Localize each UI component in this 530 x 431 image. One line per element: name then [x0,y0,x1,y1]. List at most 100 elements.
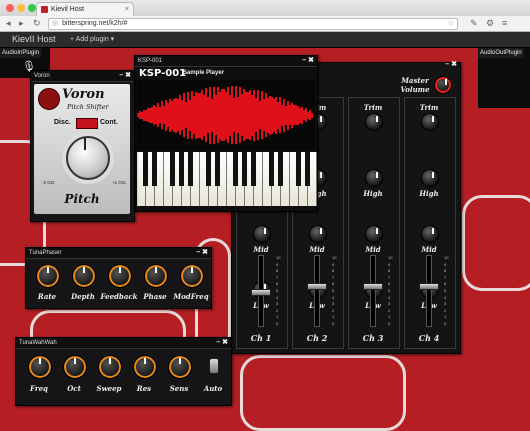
add-plugin-button[interactable]: + Add plugin ▾ [70,33,114,46]
piano-keyboard[interactable] [137,152,317,206]
phaser-depth-knob[interactable] [72,264,96,288]
back-icon[interactable]: ◂ [6,18,11,29]
wah-panel: TunaWahWah – ✖ Freq Oct Sweep Res Sens Auto [15,337,232,406]
black-key[interactable] [269,152,274,186]
phaser-feedback-knob[interactable] [108,264,132,288]
master-volume-knob[interactable] [434,76,452,94]
fader-scale-tick: 7 [444,274,447,280]
fader-scale-tick: 3 [332,301,335,307]
wah-sweep-knob[interactable] [98,355,122,379]
phaser-modfreq-label: ModFreq [173,292,209,301]
fader-scale-tick: 9 [332,261,335,267]
audio-out-plugin[interactable]: AudioOutPlugin [478,48,530,108]
app-name: KievII Host [12,34,56,44]
mixer-mid-knob[interactable] [253,225,271,243]
phaser-depth-label: Depth [71,292,95,301]
menu-icon[interactable]: ≡ [502,18,507,29]
ksp-window-title: KSP-001 [138,58,163,64]
black-key[interactable] [296,152,301,186]
fader-scale-tick: 0 [332,321,335,326]
phaser-panel: TunaPhaser – ✖ Rate Depth Feedback Phase Mod… [25,247,212,309]
minimize-window-icon[interactable] [17,4,25,12]
mixer-high-knob[interactable] [421,169,439,187]
fader-scale-tick: 8 [388,268,391,274]
disc-label: Disc. [54,119,71,126]
fader-scale-tick: 10 [276,255,281,260]
channel-fader-track [426,255,432,327]
channel-fader-thumb[interactable] [307,283,327,290]
tab-close-icon[interactable]: × [125,3,129,17]
fader-scale-tick: 0 [388,321,391,326]
patch-cable [462,195,530,291]
forward-icon[interactable]: ▸ [19,18,24,29]
voron-window-title: Voron [34,73,50,79]
waveform-display[interactable] [137,80,315,150]
channel-fader-thumb[interactable] [363,283,383,290]
channel-fader-thumb[interactable] [251,289,271,296]
black-key[interactable] [251,152,256,186]
phaser-phase-knob[interactable] [144,264,168,288]
wah-titlebar[interactable]: TunaWahWah – ✖ [16,338,231,349]
pencil-icon[interactable]: ✎ [470,18,478,29]
fader-scale-tick: 6 [444,281,447,287]
voron-window-controls[interactable]: – ✖ [119,71,131,81]
mixer-trim-knob[interactable] [421,113,439,131]
channel-fader-track [370,255,376,327]
reload-icon[interactable]: ↻ [33,18,41,29]
bookmark-star-icon[interactable]: ☆ [448,19,454,29]
patch-cable [240,355,406,431]
browser-tab[interactable]: Kievil Host × [36,2,134,17]
fader-scale-tick: 5 [276,288,279,293]
pitch-knob[interactable] [66,136,110,180]
black-key[interactable] [170,152,175,186]
black-key[interactable] [179,152,184,186]
mixer-mid-knob[interactable] [421,225,439,243]
wrench-icon[interactable]: ⚙ [486,18,494,29]
maximize-window-icon[interactable] [28,4,36,12]
black-key[interactable] [215,152,220,186]
auto-toggle-switch[interactable] [209,358,219,374]
mixer-window-controls[interactable]: – ✖ [445,60,457,68]
wah-res-knob[interactable] [133,355,157,379]
mixer-trim-knob[interactable] [365,113,383,131]
phaser-rate-knob[interactable] [36,264,60,288]
phaser-titlebar[interactable]: TunaPhaser – ✖ [26,248,211,259]
phaser-window-controls[interactable]: – ✖ [196,248,208,258]
fader-scale-tick: 4 [276,294,279,300]
wah-freq-knob[interactable] [28,355,52,379]
black-key[interactable] [206,152,211,186]
mixer-mid-knob[interactable] [309,225,327,243]
mixer-mid-knob[interactable] [365,225,383,243]
black-key[interactable] [143,152,148,186]
fader-scale-tick: 5 [332,288,335,293]
page-info-icon: ◎ [52,20,59,27]
close-window-icon[interactable] [6,4,14,12]
black-key[interactable] [242,152,247,186]
fader-scale-tick: 0 [276,321,279,326]
pitch-label: Pitch [64,192,100,206]
fader-scale-tick: 1 [388,314,391,320]
disc-cont-switch[interactable] [76,118,98,129]
black-key[interactable] [152,152,157,186]
fader-scale-tick: 1 [276,314,279,320]
channel-fader-thumb[interactable] [419,283,439,290]
wah-oct-knob[interactable] [63,355,87,379]
voron-titlebar[interactable]: Voron – ✖ [31,71,134,82]
mixer-mid-label: Mid [309,245,325,254]
mixer-trim-label: Trim [363,103,383,112]
black-key[interactable] [305,152,310,186]
fader-scale-tick: 10 [444,255,449,260]
mixer-high-knob[interactable] [365,169,383,187]
phaser-modfreq-knob[interactable] [180,264,204,288]
wah-sens-knob[interactable] [168,355,192,379]
black-key[interactable] [188,152,193,186]
black-key[interactable] [278,152,283,186]
address-bar[interactable]: ◎ bitterspring.net/k2h/# ☆ [48,18,458,30]
auto-toggle-label: Auto [203,384,223,393]
ksp-window-controls[interactable]: – ✖ [302,56,314,66]
ksp-name: KSP-001 [139,68,187,79]
wah-window-controls[interactable]: – ✖ [216,338,228,348]
ksp-titlebar[interactable]: KSP-001 – ✖ [135,56,317,67]
black-key[interactable] [233,152,238,186]
channel-label: Ch 4 [418,333,440,343]
